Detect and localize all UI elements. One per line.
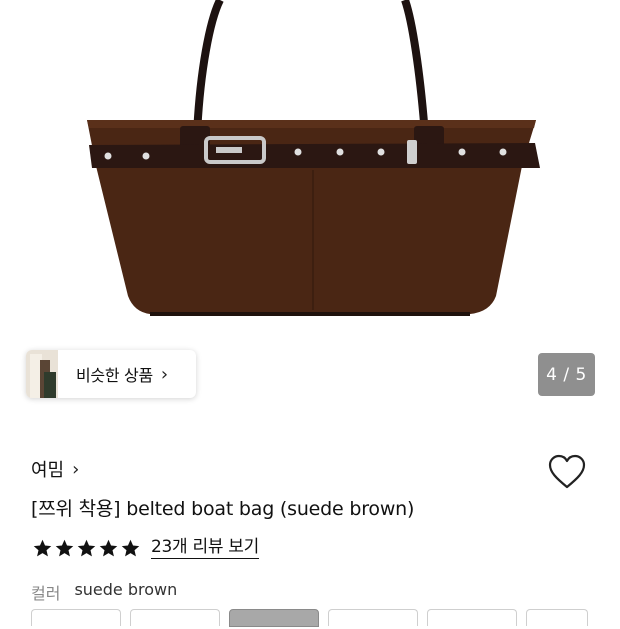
star-icon	[55, 539, 74, 556]
color-swatch-selected[interactable]	[229, 609, 319, 627]
chevron-right-icon: ›	[72, 458, 80, 480]
similar-product-thumbnail	[26, 350, 58, 398]
heart-icon	[548, 454, 586, 489]
chevron-right-icon: ›	[160, 363, 169, 385]
similar-products-label: 비슷한 상품	[76, 366, 153, 385]
rating-row: 23개 리뷰 보기	[32, 535, 259, 561]
color-value: suede brown	[74, 580, 178, 599]
star-icon	[77, 539, 96, 556]
star-icon	[121, 539, 140, 556]
brand-name: 여밈	[31, 460, 65, 481]
star-icon	[33, 539, 52, 556]
color-swatch[interactable]	[328, 609, 418, 626]
color-swatch[interactable]	[130, 609, 220, 626]
color-swatch[interactable]	[31, 609, 121, 626]
color-swatch[interactable]	[526, 609, 588, 626]
similar-products-button[interactable]: 비슷한 상품 ›	[26, 350, 196, 398]
product-title: [쯔위 착용] belted boat bag (suede brown)	[31, 498, 415, 520]
color-swatch[interactable]	[427, 609, 517, 626]
star-icon	[99, 539, 118, 556]
reviews-link[interactable]: 23개 리뷰 보기	[151, 537, 259, 559]
image-page-indicator: 4 / 5	[538, 353, 595, 396]
star-rating	[32, 538, 141, 559]
brand-link[interactable]: 여밈 ›	[31, 456, 79, 482]
like-button[interactable]	[548, 454, 586, 490]
selected-color-row: 컬러 suede brown	[31, 580, 177, 604]
color-label: 컬러	[31, 584, 61, 603]
